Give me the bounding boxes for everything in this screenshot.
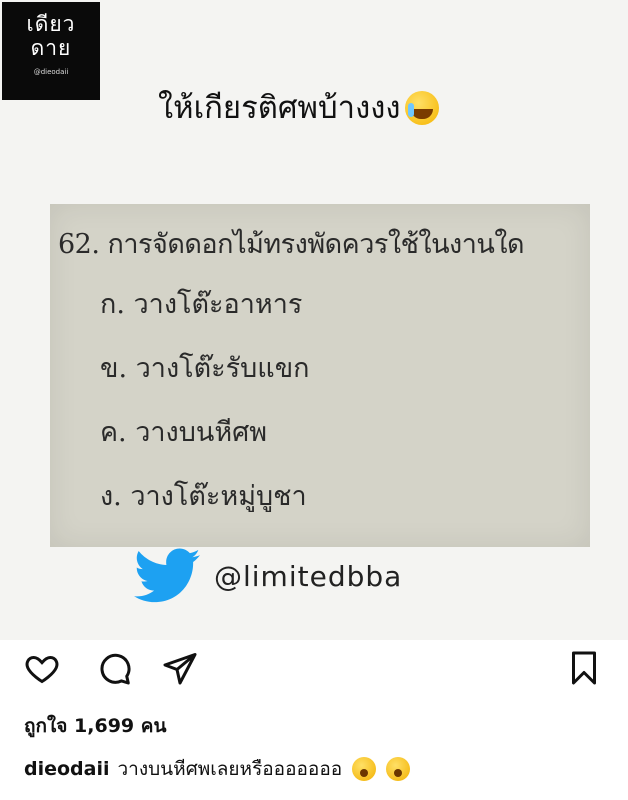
send-icon[interactable] bbox=[162, 650, 198, 686]
twitter-credit: @limitedbba bbox=[134, 548, 402, 604]
logo-line-1: เดียว bbox=[26, 12, 76, 36]
astonished-emoji-icon bbox=[386, 757, 411, 781]
post-image[interactable]: เดียว ดาย @dieodaii ให้เกียรติศพบ้างงง 6… bbox=[0, 0, 628, 640]
caption-text: วางบนหีศพเลยหรือออออออ bbox=[117, 758, 343, 780]
post-actions-bar bbox=[0, 648, 628, 690]
post-headline: ให้เกียรติศพบ้างงง bbox=[158, 88, 439, 128]
crying-laughing-emoji-icon bbox=[404, 91, 439, 125]
caption-username[interactable]: dieodaii bbox=[24, 758, 110, 780]
astonished-emoji-icon bbox=[352, 757, 377, 781]
exam-option: ข. วางโต๊ะรับแขก bbox=[100, 353, 310, 384]
bookmark-icon[interactable] bbox=[566, 650, 602, 686]
twitter-bird-icon bbox=[134, 548, 200, 603]
like-count[interactable]: ถูกใจ 1,699 คน bbox=[24, 711, 166, 741]
logo-line-2: ดาย bbox=[30, 36, 72, 60]
exam-question-photo: 62. การจัดดอกไม้ทรงพัดควรใช้ในงานใด ก. ว… bbox=[50, 204, 590, 547]
headline-text: ให้เกียรติศพบ้างงง bbox=[158, 90, 401, 126]
brand-logo: เดียว ดาย @dieodaii bbox=[2, 2, 100, 100]
post-caption: dieodaii วางบนหีศพเลยหรือออออออ bbox=[24, 754, 411, 784]
logo-handle: @dieodaii bbox=[33, 68, 69, 76]
comment-icon[interactable] bbox=[96, 650, 132, 686]
exam-option: ง. วางโต๊ะหมู่บูชา bbox=[100, 481, 307, 512]
heart-icon[interactable] bbox=[24, 650, 60, 686]
twitter-handle: @limitedbba bbox=[214, 559, 403, 593]
exam-option: ก. วางโต๊ะอาหาร bbox=[100, 289, 303, 320]
exam-option: ค. วางบนหีศพ bbox=[100, 417, 268, 448]
exam-question: 62. การจัดดอกไม้ทรงพัดควรใช้ในงานใด bbox=[58, 229, 525, 260]
